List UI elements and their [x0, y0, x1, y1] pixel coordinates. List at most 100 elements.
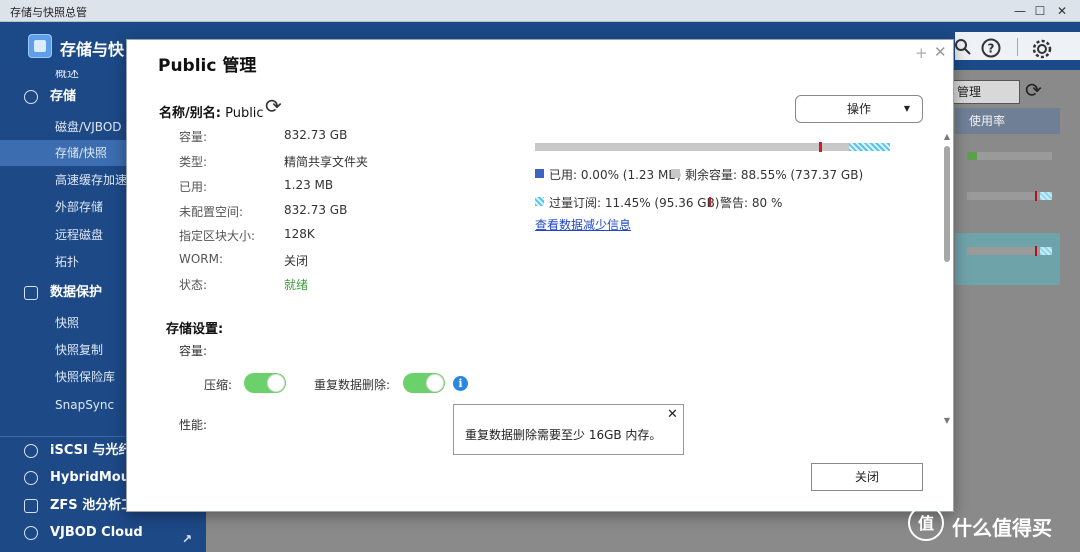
- caret-down-icon: ▼: [903, 104, 910, 113]
- dedup-toggle[interactable]: [403, 373, 445, 393]
- sidebar-item-vjbod-cloud[interactable]: VJBOD Cloud ↗: [0, 520, 206, 546]
- sidebar-item-label: 远程磁盘: [55, 228, 104, 242]
- dedup-tooltip: 重复数据删除需要至少 16GB 内存。 ✕: [453, 404, 684, 455]
- name-alias: 名称/别名: Public: [159, 102, 264, 121]
- type-value: 精简共享文件夹: [284, 155, 369, 169]
- tooltip-text: 重复数据删除需要至少 16GB 内存。: [465, 428, 662, 442]
- settings-capacity-label: 容量:: [179, 344, 208, 358]
- scroll-up-icon[interactable]: ▲: [943, 132, 951, 141]
- sidebar-item-label: 概述: [55, 70, 80, 80]
- dialog-scrollbar[interactable]: ▲ ▼: [943, 132, 951, 427]
- info-icon[interactable]: i: [453, 376, 468, 391]
- background-refresh-icon: ⟳: [1025, 78, 1042, 102]
- sidebar-item-label: VJBOD Cloud: [50, 525, 143, 540]
- data-protection-icon: [24, 286, 38, 300]
- usage-bar: [967, 191, 1052, 201]
- performance-label: 性能:: [179, 418, 208, 432]
- window-close-button[interactable]: ✕: [1054, 3, 1070, 19]
- storage-settings-title: 存储设置:: [166, 322, 224, 337]
- scroll-thumb[interactable]: [944, 146, 950, 262]
- sidebar-item-label: 数据保护: [50, 285, 103, 300]
- usage-bar: [967, 152, 1052, 160]
- legend-overprov: 过量订阅: 11.45% (95.36 GB): [549, 196, 720, 210]
- usage-column-header: 使用率: [955, 108, 1060, 134]
- help-icon[interactable]: ?: [981, 38, 1001, 58]
- expand-icon[interactable]: +: [915, 44, 928, 62]
- toggle-knob: [426, 374, 444, 392]
- header-toolbar: ?: [955, 32, 1080, 60]
- table-row: [955, 184, 1060, 212]
- cloud-icon: [24, 526, 38, 540]
- iscsi-icon: [24, 444, 38, 458]
- watermark-logo-text: 值: [918, 514, 934, 533]
- table-row: [955, 142, 1060, 170]
- app-logo-icon: [28, 34, 52, 58]
- dialog-title: Public 管理: [158, 56, 257, 76]
- share-management-dialog: Public 管理 + ✕ 名称/别名: Public ⟳ 容量: 832.73…: [126, 39, 954, 512]
- sidebar-item-label: 存储/快照: [55, 146, 108, 160]
- legend-used: 已用: 0.00% (1.23 MB): [549, 168, 682, 182]
- search-icon[interactable]: [953, 38, 973, 58]
- watermark-text: 什么值得买: [952, 516, 1052, 540]
- compression-toggle[interactable]: [244, 373, 286, 393]
- legend-free: 剩余容量: 88.55% (737.37 GB): [685, 168, 864, 182]
- storage-icon: [24, 90, 38, 104]
- sidebar-item-label: 磁盘/VJBOD: [55, 120, 122, 134]
- legend-warning-swatch: [709, 197, 711, 207]
- worm-label: WORM:: [179, 252, 224, 266]
- used-label: 已用:: [179, 180, 208, 194]
- minimize-button[interactable]: —: [1012, 3, 1028, 19]
- svg-text:?: ?: [988, 42, 995, 56]
- block-size-value: 128K: [284, 227, 315, 241]
- name-alias-value: Public: [225, 106, 264, 121]
- type-label: 类型:: [179, 155, 208, 169]
- usage-bar: [967, 246, 1052, 256]
- unallocated-value: 832.73 GB: [284, 203, 348, 217]
- operations-dropdown[interactable]: 操作 ▼: [795, 95, 923, 123]
- sidebar-item-label: 拓扑: [55, 255, 80, 269]
- window-title: 存储与快照总管: [10, 6, 87, 19]
- capacity-value: 832.73 GB: [284, 128, 348, 142]
- worm-value: 关闭: [284, 254, 309, 268]
- maximize-button[interactable]: ☐: [1032, 3, 1048, 19]
- refresh-icon[interactable]: ⟳: [265, 94, 282, 118]
- app-title: 存储与快: [60, 40, 125, 59]
- sidebar-item-label: 存储: [50, 89, 77, 104]
- data-reduction-link[interactable]: 查看数据减少信息: [535, 216, 631, 233]
- used-value: 1.23 MB: [284, 178, 334, 192]
- background-field: 管理: [952, 80, 1020, 104]
- settings-icon[interactable]: [1031, 38, 1052, 59]
- operations-label: 操作: [846, 102, 871, 116]
- legend-warning: 警告: 80 %: [720, 196, 783, 210]
- tooltip-close-icon[interactable]: ✕: [667, 407, 678, 422]
- sidebar-item-label: 外部存储: [55, 200, 104, 214]
- sidebar-item-label: 快照复制: [55, 343, 104, 357]
- legend-used-swatch: [535, 169, 544, 178]
- toggle-knob: [267, 374, 285, 392]
- sidebar-item-label: 快照保险库: [55, 370, 116, 384]
- sidebar-item-label: 快照: [55, 316, 80, 330]
- capacity-warning-marker: [819, 142, 822, 152]
- window-titlebar: 存储与快照总管 — ☐ ✕: [0, 0, 1080, 22]
- watermark-logo: 值: [908, 505, 944, 541]
- sidebar-item-label: iSCSI 与光纤: [50, 443, 132, 458]
- status-value: 就绪: [284, 278, 309, 292]
- status-label: 状态:: [179, 278, 208, 292]
- legend-overprov-swatch: [535, 197, 544, 206]
- scroll-down-icon[interactable]: ▼: [943, 416, 951, 425]
- capacity-bar: [535, 142, 890, 152]
- name-alias-label: 名称/别名:: [159, 106, 221, 121]
- dialog-close-icon[interactable]: ✕: [934, 43, 947, 61]
- close-button[interactable]: 关闭: [811, 463, 923, 491]
- dedup-label: 重复数据删除:: [314, 378, 391, 392]
- block-size-label: 指定区块大小:: [179, 229, 256, 243]
- table-row: [955, 233, 1060, 285]
- capacity-overprov-fill: [849, 143, 890, 151]
- unallocated-label: 未配置空间:: [179, 205, 244, 219]
- capacity-label: 容量:: [179, 130, 208, 144]
- toolbar-divider: [1017, 38, 1018, 56]
- legend-free-swatch: [671, 169, 680, 178]
- zfs-icon: [24, 499, 38, 513]
- sidebar-item-label: ZFS 池分析工: [50, 498, 135, 513]
- external-link-icon: ↗: [182, 532, 193, 546]
